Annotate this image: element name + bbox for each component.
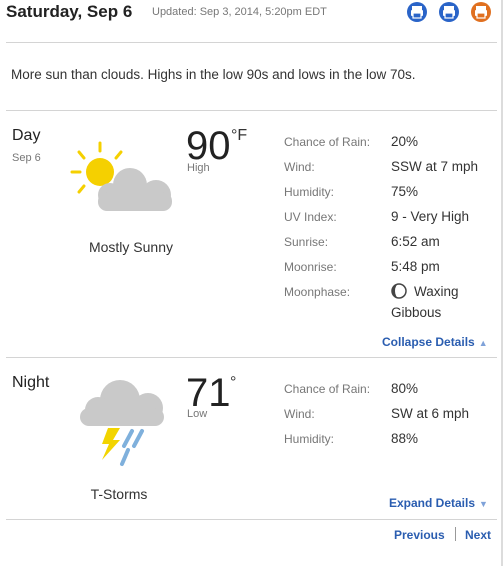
expand-details-link[interactable]: Expand Details ▼	[389, 496, 488, 510]
next-link[interactable]: Next	[465, 528, 491, 542]
detail-value: 20%	[391, 134, 419, 149]
detail-value: 80%	[391, 381, 419, 396]
detail-value: SW at 6 mph	[391, 406, 470, 421]
forecast-summary: More sun than clouds. Highs in the low 9…	[11, 67, 416, 82]
detail-label: UV Index:	[284, 210, 337, 224]
detail-label: Moonrise:	[284, 260, 337, 274]
night-temp-unit: °	[230, 374, 237, 391]
night-condition: T-Storms	[90, 486, 148, 502]
summary-divider	[6, 110, 497, 111]
night-temperature: 71	[186, 371, 231, 415]
detail-label: Chance of Rain:	[284, 382, 371, 396]
detail-value: SSW at 7 mph	[391, 159, 479, 174]
detail-label: Humidity:	[284, 432, 335, 446]
footer-divider	[6, 519, 497, 520]
updated-timestamp: Updated: Sep 3, 2014, 5:20pm EDT	[152, 6, 327, 18]
detail-value: 9 - Very High	[391, 209, 470, 224]
detail-label: Chance of Rain:	[284, 135, 371, 149]
day-night-divider	[6, 357, 497, 358]
day-date: Sep 6	[12, 152, 41, 164]
detail-label: Wind:	[284, 407, 315, 421]
day-temp-tag: High	[187, 162, 210, 174]
day-temperature: 90	[186, 124, 231, 168]
detail-label: Wind:	[284, 160, 315, 174]
expand-details-label: Expand Details	[389, 496, 476, 510]
detail-label: Moonphase:	[284, 285, 351, 299]
detail-label: Humidity:	[284, 185, 335, 199]
day-temp-unit: °F	[231, 127, 248, 144]
page-title: Saturday, Sep 6	[6, 2, 133, 21]
moonphase-icon	[391, 283, 407, 299]
detail-value: 5:48 pm	[391, 259, 440, 274]
partly-sunny-icon	[70, 141, 172, 211]
detail-label: Sunrise:	[284, 235, 329, 249]
previous-link[interactable]: Previous	[394, 528, 445, 542]
day-condition: Mostly Sunny	[88, 239, 174, 255]
day-label: Day	[12, 127, 41, 144]
thunderstorm-icon	[80, 380, 164, 466]
detail-value-continued: Gibbous	[391, 305, 442, 320]
pager-separator	[455, 527, 456, 541]
share-icon[interactable]	[438, 1, 460, 23]
chevron-up-icon: ▲	[478, 338, 488, 348]
collapse-details-link[interactable]: Collapse Details ▲	[382, 335, 488, 349]
detail-value: 6:52 am	[391, 234, 440, 249]
header-divider	[6, 42, 497, 43]
header: Saturday, Sep 6 Updated: Sep 3, 2014, 5:…	[0, 0, 500, 28]
chevron-down-icon: ▼	[479, 499, 488, 509]
detail-value: Waxing	[414, 284, 459, 299]
header-actions	[406, 1, 492, 23]
night-temp-tag: Low	[187, 408, 208, 420]
night-label: Night	[12, 374, 50, 391]
detail-value: 88%	[391, 431, 419, 446]
rss-icon[interactable]	[470, 1, 492, 23]
collapse-details-label: Collapse Details	[382, 335, 475, 349]
print-icon[interactable]	[406, 1, 428, 23]
detail-value: 75%	[391, 184, 419, 199]
